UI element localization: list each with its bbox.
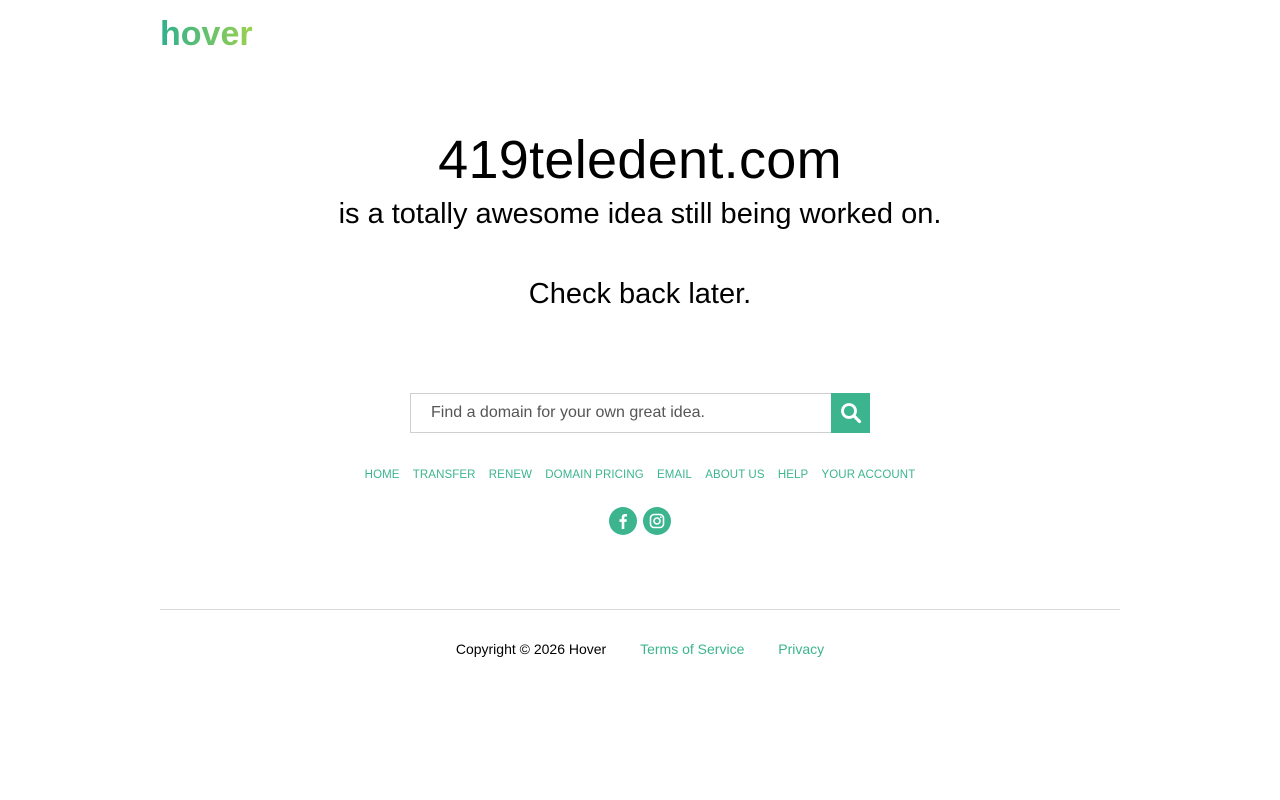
copyright-text: Copyright © 2026 Hover [455, 641, 607, 657]
domain-search-input[interactable] [410, 393, 831, 433]
hover-logo[interactable]: hover [160, 12, 262, 57]
terms-of-service-link[interactable]: Terms of Service [640, 641, 744, 657]
nav-domain-pricing[interactable]: DOMAIN PRICING [545, 469, 644, 481]
nav-about-us[interactable]: ABOUT US [705, 469, 764, 481]
footer-divider [160, 609, 1120, 610]
privacy-link[interactable]: Privacy [778, 641, 824, 657]
footer: Copyright © 2026 Hover Terms of Service … [0, 640, 1280, 658]
nav-renew[interactable]: RENEW [489, 469, 532, 481]
nav-help[interactable]: HELP [778, 469, 808, 481]
social-links [609, 507, 671, 535]
hover-logo-mark: hover [160, 15, 253, 53]
facebook-link[interactable] [609, 507, 637, 535]
search-icon [840, 403, 861, 424]
search-button[interactable] [831, 393, 870, 433]
hero: 419teledent.com is a totally awesome ide… [0, 128, 1280, 312]
instagram-icon [649, 513, 665, 529]
footer-nav: HOME TRANSFER RENEW DOMAIN PRICING EMAIL… [0, 467, 1280, 483]
facebook-icon [619, 514, 627, 529]
instagram-link[interactable] [643, 507, 671, 535]
nav-your-account[interactable]: YOUR ACCOUNT [821, 469, 915, 481]
nav-email[interactable]: EMAIL [657, 469, 692, 481]
nav-home[interactable]: HOME [365, 469, 400, 481]
tagline: is a totally awesome idea still being wo… [338, 198, 942, 230]
page: hover 419teledent.com is a totally aweso… [0, 0, 1280, 800]
domain-search-form [410, 393, 870, 433]
svg-text:hover: hover [160, 15, 253, 52]
domain-title: 419teledent.com [438, 130, 842, 190]
nav-transfer[interactable]: TRANSFER [413, 469, 476, 481]
check-back-message: Check back later. [528, 278, 752, 310]
